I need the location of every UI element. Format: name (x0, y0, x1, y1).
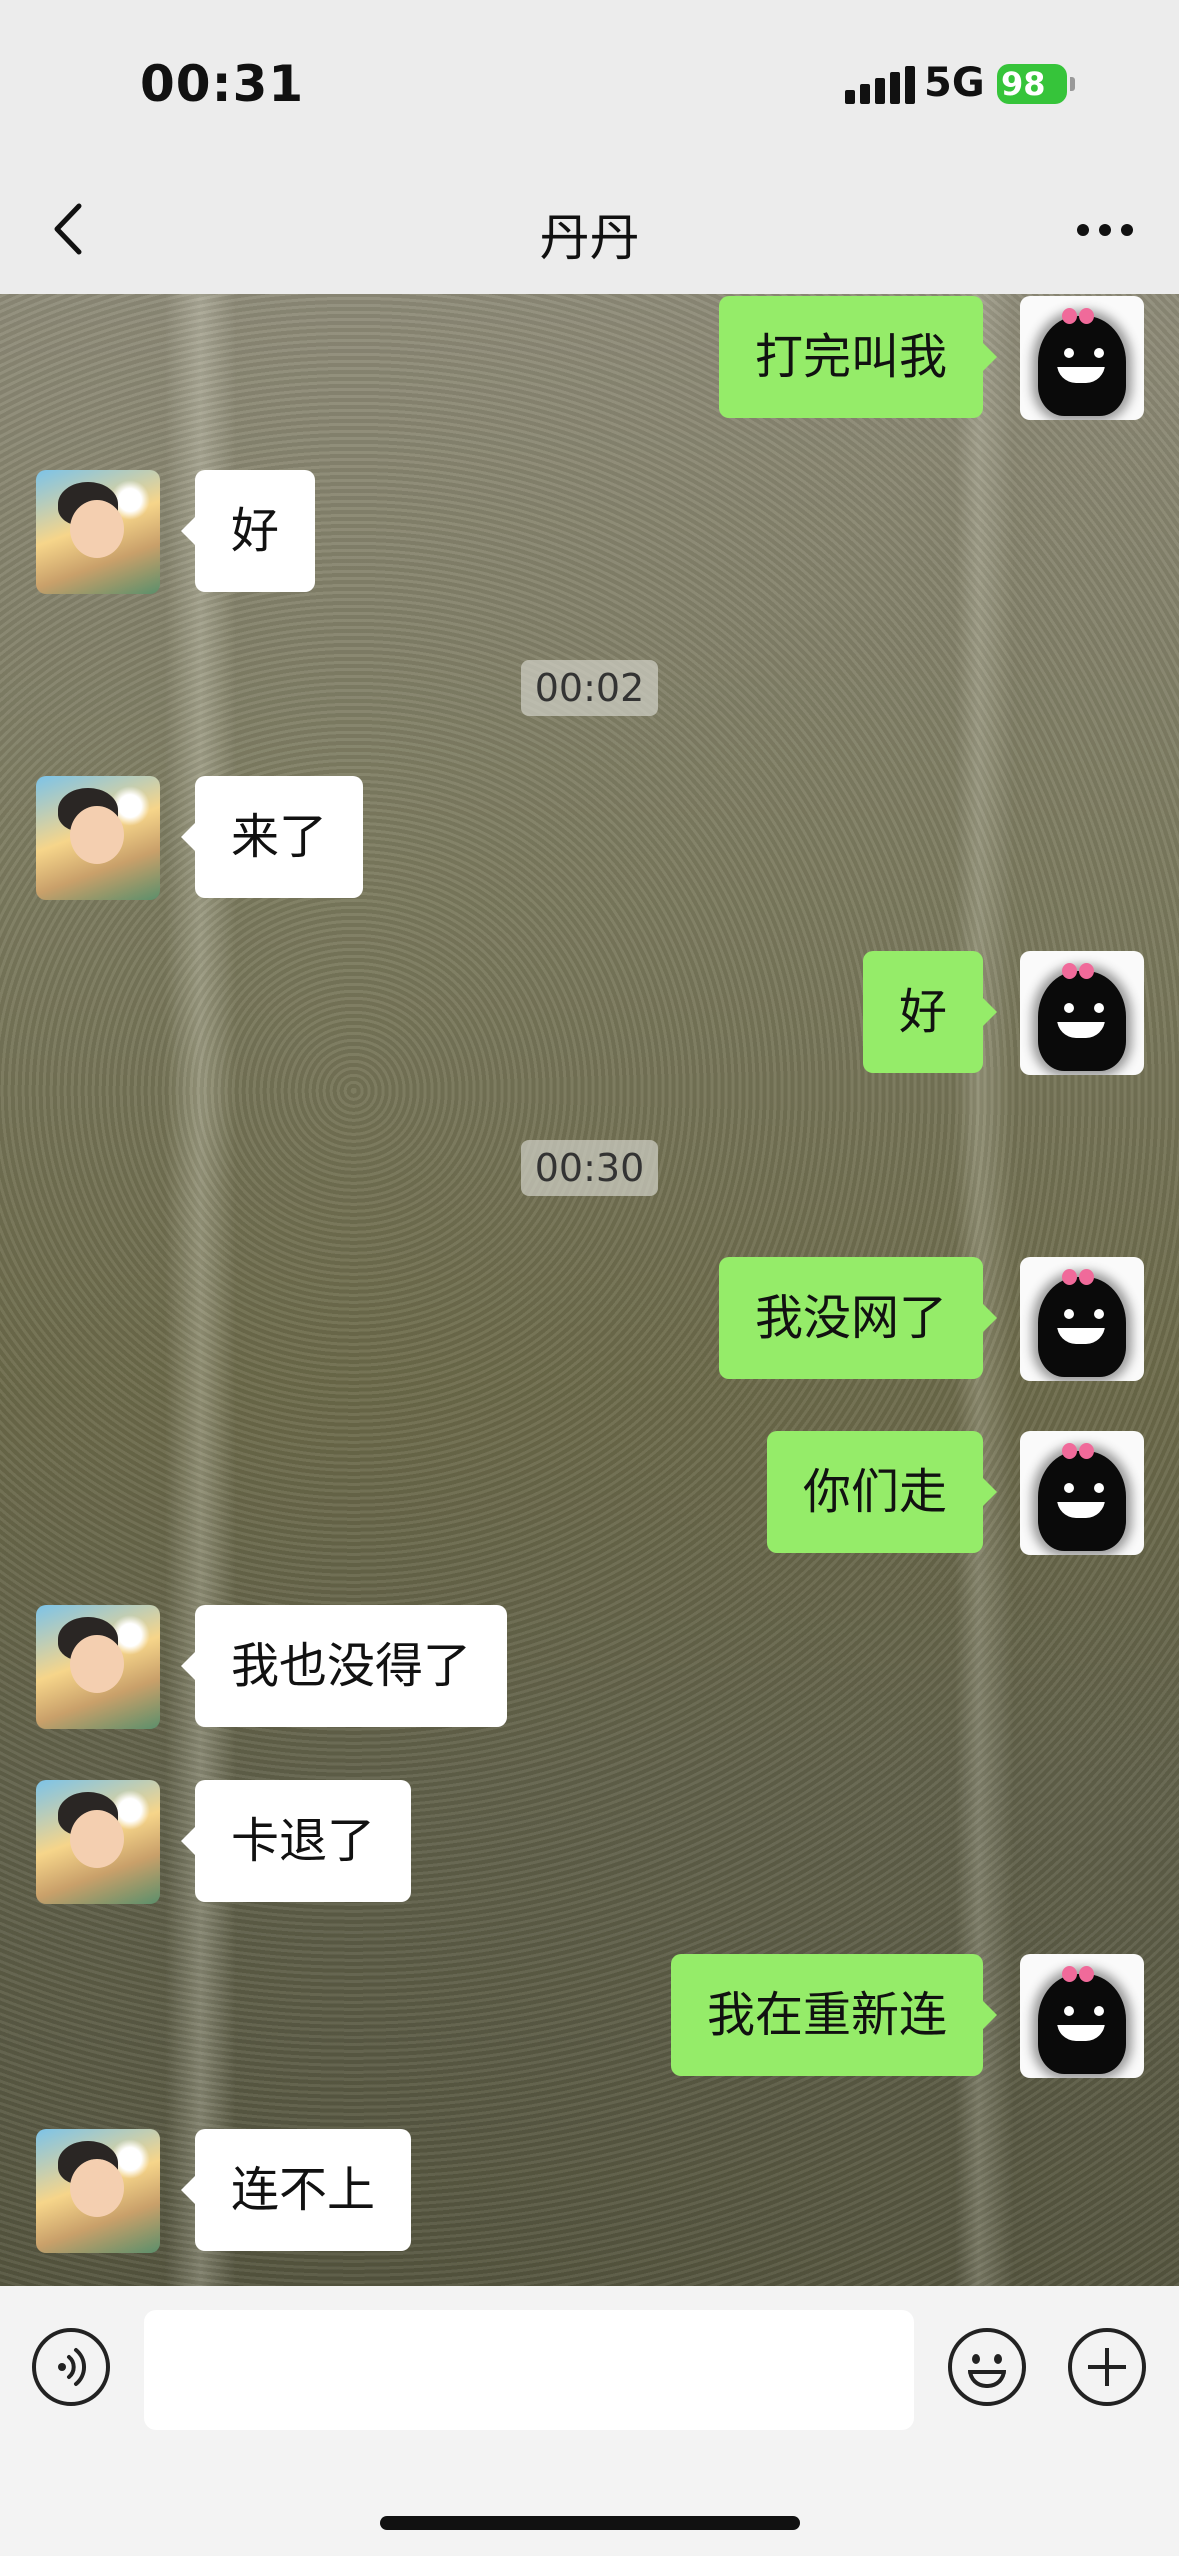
voice-icon (58, 2348, 87, 2386)
status-bar: 00:31 5G 98 (0, 0, 1179, 170)
chat-screen: 00:31 5G 98 丹丹 打完叫我 好 00:02 来了 好 00:30 我… (0, 0, 1179, 2556)
message-bubble-received[interactable]: 我也没得了 (180, 1605, 508, 1727)
chat-title: 丹丹 (539, 209, 640, 267)
input-bar (0, 2286, 1179, 2556)
message-bubble-sent[interactable]: 打完叫我 (718, 296, 998, 418)
more-button[interactable] (1077, 224, 1133, 236)
contact-avatar[interactable] (36, 776, 160, 900)
message-bubble-received[interactable]: 卡退了 (180, 1780, 412, 1902)
my-avatar[interactable] (1020, 1431, 1144, 1555)
battery-icon: 98 (997, 64, 1075, 104)
message-list[interactable]: 打完叫我 好 00:02 来了 好 00:30 我没网了 你们走 我也没得了 卡… (0, 294, 1179, 2286)
network-type: 5G (924, 60, 985, 106)
message-bubble-received[interactable]: 连不上 (180, 2129, 412, 2251)
contact-avatar[interactable] (36, 2129, 160, 2253)
message-input[interactable] (144, 2310, 914, 2430)
status-time: 00:31 (140, 55, 305, 113)
emoji-button[interactable] (948, 2328, 1026, 2406)
battery-level: 98 (1001, 65, 1046, 103)
my-avatar[interactable] (1020, 296, 1144, 420)
message-bubble-sent[interactable]: 你们走 (766, 1431, 998, 1553)
my-avatar[interactable] (1020, 1257, 1144, 1381)
cellular-signal-icon (845, 60, 915, 104)
navigation-bar: 丹丹 (0, 170, 1179, 294)
message-bubble-sent[interactable]: 我在重新连 (670, 1954, 998, 2076)
home-indicator (380, 2516, 800, 2530)
ellipsis-icon (1077, 224, 1089, 236)
contact-avatar[interactable] (36, 1780, 160, 1904)
message-bubble-sent[interactable]: 好 (862, 951, 998, 1073)
message-bubble-received[interactable]: 来了 (180, 776, 364, 898)
message-timestamp: 00:02 (0, 660, 1179, 716)
plus-button[interactable] (1068, 2328, 1146, 2406)
my-avatar[interactable] (1020, 951, 1144, 1075)
message-bubble-sent[interactable]: 我没网了 (718, 1257, 998, 1379)
message-timestamp: 00:30 (0, 1140, 1179, 1196)
contact-avatar[interactable] (36, 1605, 160, 1729)
contact-avatar[interactable] (36, 470, 160, 594)
message-bubble-received[interactable]: 好 (180, 470, 316, 592)
voice-button[interactable] (32, 2328, 110, 2406)
my-avatar[interactable] (1020, 1954, 1144, 2078)
